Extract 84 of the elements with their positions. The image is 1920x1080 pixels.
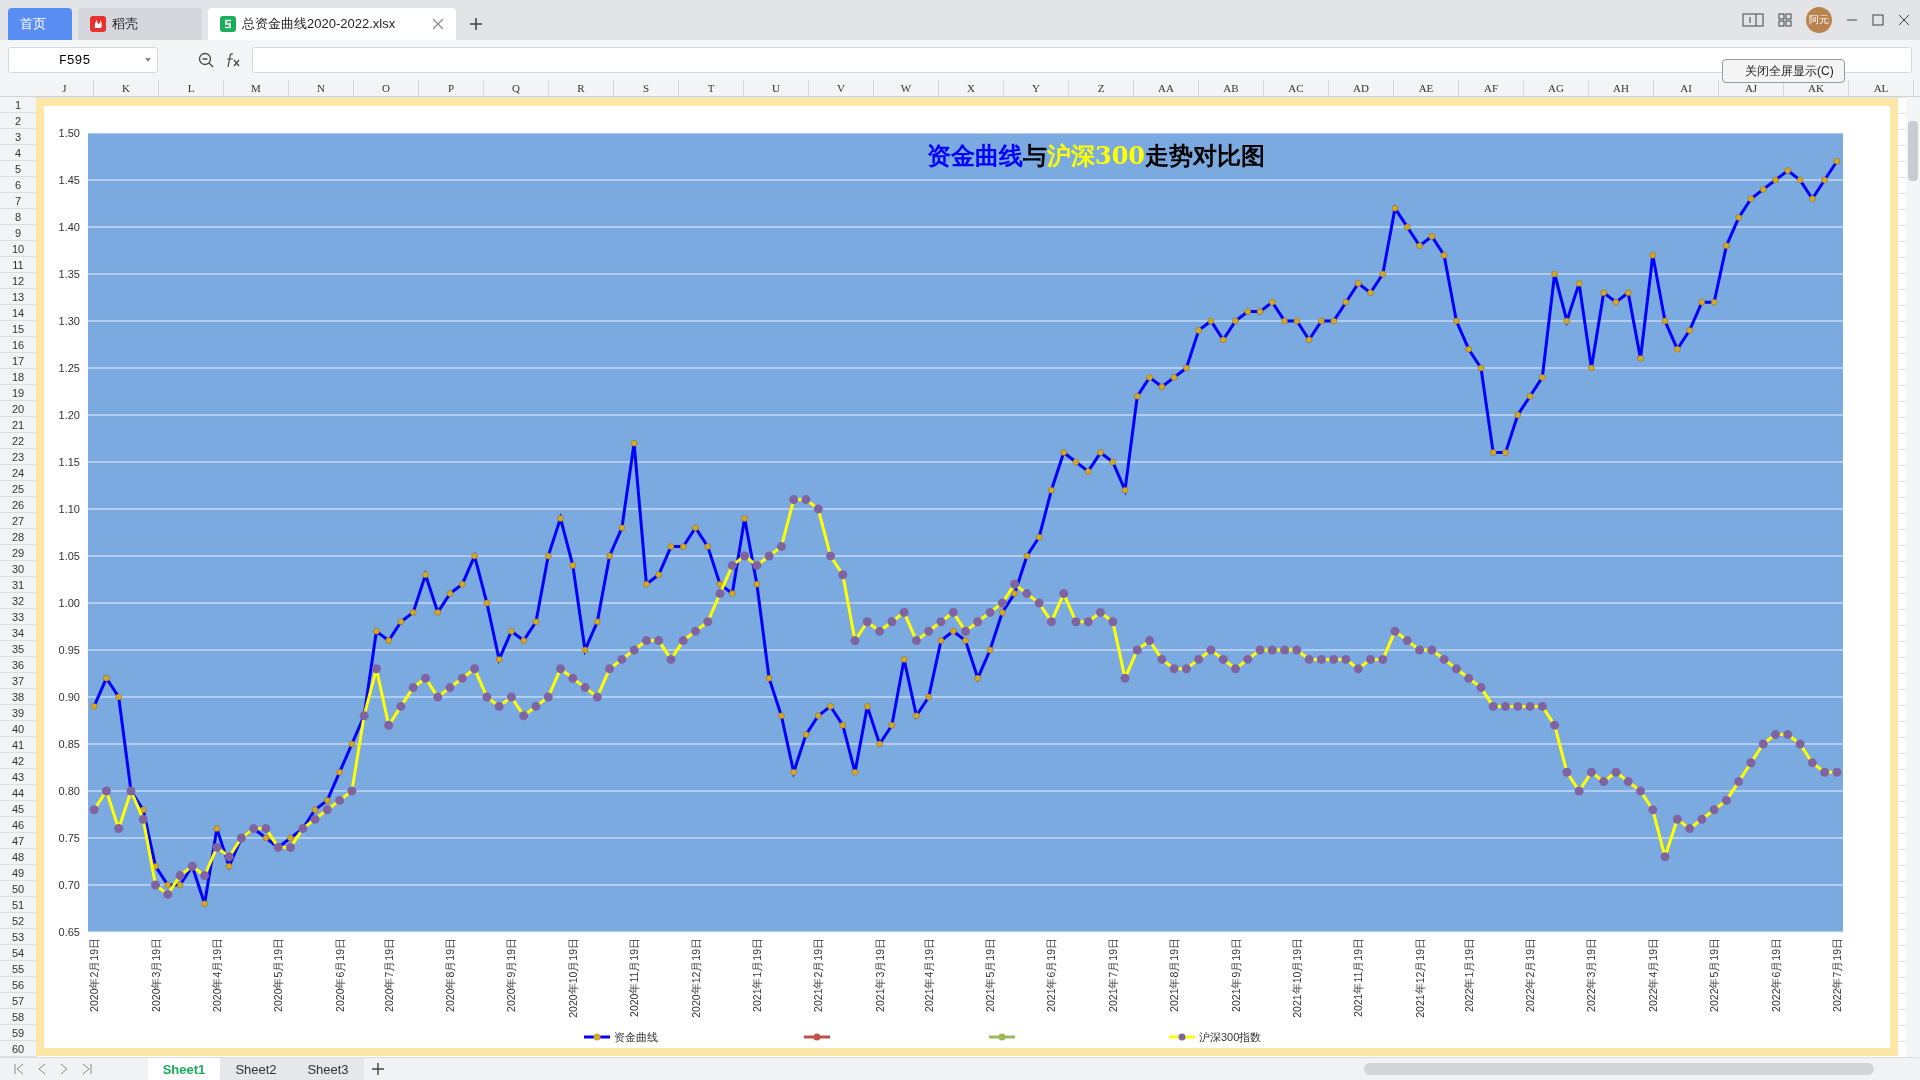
axis-label: 1.35 — [58, 268, 80, 280]
column-header[interactable]: O — [354, 80, 419, 96]
axis-label: 0.70 — [58, 879, 80, 891]
axis-label: 1.20 — [58, 409, 80, 421]
axis-label: 0.65 — [58, 926, 80, 938]
axis-label: 2020年3月19日 — [149, 938, 162, 1012]
axis-label: 1.05 — [58, 550, 80, 562]
column-header[interactable]: Y — [1004, 80, 1069, 96]
axis-label: 2022年4月19日 — [1646, 938, 1659, 1012]
column-header[interactable]: W — [874, 80, 939, 96]
axis-label: 2020年2月19日 — [88, 938, 101, 1012]
axis-label: 1.30 — [58, 315, 80, 327]
chart-title: 资金曲线与沪深300走势对比图 — [926, 141, 1266, 170]
sheet-tab[interactable]: Sheet2 — [220, 1058, 292, 1080]
column-header[interactable]: T — [679, 80, 744, 96]
axis-label: 2022年6月19日 — [1769, 938, 1782, 1012]
column-header[interactable]: AA — [1134, 80, 1199, 96]
axis-label: 2020年12月19日 — [689, 938, 702, 1018]
axis-label: 2020年11月19日 — [628, 938, 641, 1017]
axis-label: 0.85 — [58, 738, 80, 750]
column-header[interactable]: S — [614, 80, 679, 96]
axis-label: 1.40 — [58, 221, 80, 233]
column-header[interactable]: M — [224, 80, 289, 96]
axis-label: 0.95 — [58, 644, 80, 656]
axis-label: 2021年3月19日 — [873, 938, 886, 1012]
column-header[interactable]: P — [419, 80, 484, 96]
column-header[interactable]: AH — [1589, 80, 1654, 96]
column-header[interactable]: J — [36, 80, 94, 96]
axis-label: 2022年1月19日 — [1462, 938, 1475, 1012]
column-header[interactable]: Q — [484, 80, 549, 96]
axis-label: 2022年2月19日 — [1524, 938, 1537, 1012]
column-header[interactable]: V — [809, 80, 874, 96]
axis-label: 0.80 — [58, 785, 80, 797]
axis-label: 1.10 — [58, 503, 80, 515]
axis-label: 2020年7月19日 — [382, 938, 395, 1012]
column-header[interactable]: AI — [1654, 80, 1719, 96]
axis-label: 2021年6月19日 — [1045, 938, 1058, 1012]
axis-label: 0.75 — [58, 832, 80, 844]
column-header[interactable]: L — [159, 80, 224, 96]
legend-label: 资金曲线 — [614, 1031, 658, 1043]
exit-fullscreen-button[interactable]: 关闭全屏显示(C) — [1722, 59, 1845, 83]
axis-label: 2022年7月19日 — [1830, 938, 1843, 1012]
axis-label: 2021年11月19日 — [1352, 938, 1365, 1017]
column-header[interactable]: K — [94, 80, 159, 96]
axis-label: 2021年9月19日 — [1229, 938, 1242, 1012]
name-box[interactable]: F595 — [8, 47, 158, 73]
axis-label: 2020年8月19日 — [444, 938, 457, 1012]
axis-label: 0.90 — [58, 691, 80, 703]
column-header[interactable]: AL — [1849, 80, 1914, 96]
column-header[interactable]: X — [939, 80, 1004, 96]
axis-label: 1.00 — [58, 597, 80, 609]
column-header[interactable]: AC — [1264, 80, 1329, 96]
tab[interactable]: 稻壳 — [78, 8, 202, 40]
axis-label: 2020年9月19日 — [505, 938, 518, 1012]
axis-label: 2021年5月19日 — [984, 938, 997, 1012]
column-header[interactable]: AG — [1524, 80, 1589, 96]
axis-label: 1.15 — [58, 456, 80, 468]
axis-label: 2022年5月19日 — [1708, 938, 1721, 1012]
column-header[interactable]: AB — [1199, 80, 1264, 96]
axis-label: 2020年4月19日 — [210, 938, 223, 1012]
axis-label: 2021年1月19日 — [750, 938, 763, 1012]
column-header[interactable]: N — [289, 80, 354, 96]
column-header[interactable]: AD — [1329, 80, 1394, 96]
axis-label: 2020年5月19日 — [272, 938, 285, 1012]
column-header[interactable]: U — [744, 80, 809, 96]
axis-label: 2021年8月19日 — [1168, 938, 1181, 1012]
axis-label: 2020年6月19日 — [333, 938, 346, 1012]
axis-label: 2021年12月19日 — [1413, 938, 1426, 1018]
axis-label: 1.50 — [58, 127, 80, 139]
axis-label: 1.25 — [58, 362, 80, 374]
legend-label: 沪深300指数 — [1199, 1031, 1262, 1043]
axis-label: 2021年7月19日 — [1106, 938, 1119, 1012]
column-header[interactable]: R — [549, 80, 614, 96]
column-header[interactable]: AF — [1459, 80, 1524, 96]
axis-label: 2022年3月19日 — [1585, 938, 1598, 1012]
column-header[interactable]: Z — [1069, 80, 1134, 96]
axis-label: 2020年10月19日 — [566, 938, 579, 1018]
column-header[interactable]: AE — [1394, 80, 1459, 96]
axis-label: 2021年2月19日 — [812, 938, 825, 1012]
axis-label: 1.45 — [58, 174, 80, 186]
sheet-tab[interactable]: Sheet3 — [292, 1058, 364, 1080]
tab[interactable]: 总资金曲线2020-2022.xlsx — [208, 8, 456, 40]
axis-label: 2021年4月19日 — [922, 938, 935, 1012]
axis-label: 2021年10月19日 — [1290, 938, 1303, 1018]
